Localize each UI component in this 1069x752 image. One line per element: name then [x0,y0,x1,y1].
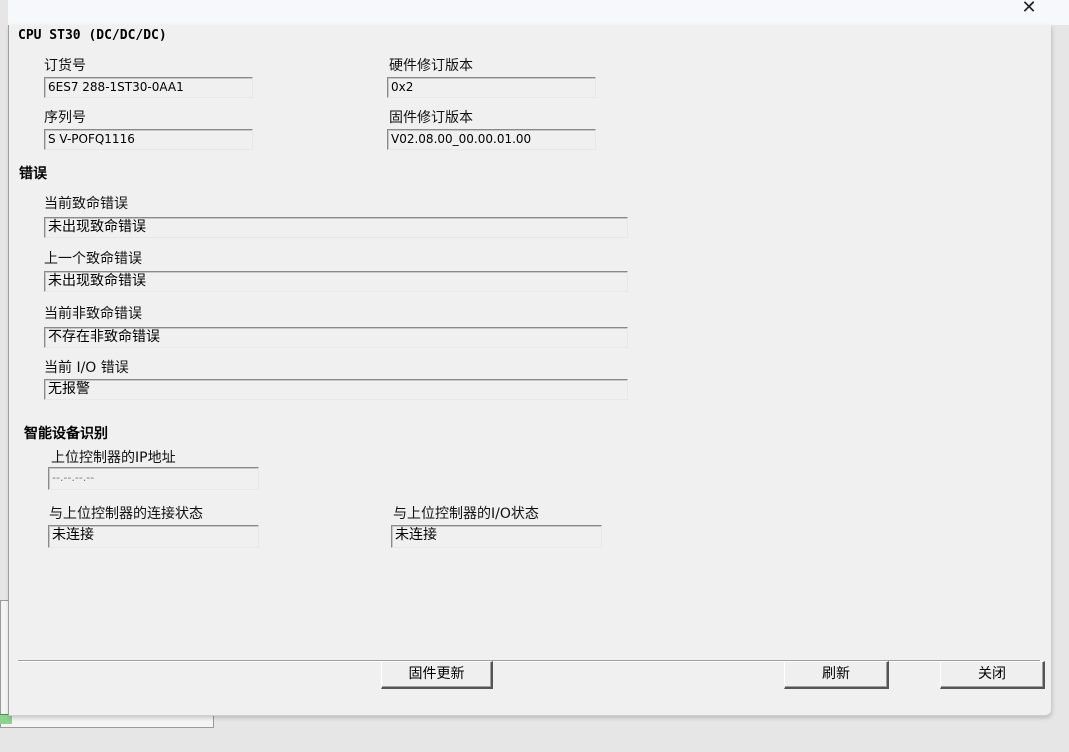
io-status-field[interactable]: 未连接 [391,525,602,548]
refresh-button[interactable]: 刷新 [784,661,889,689]
last-fatal-error-label: 上一个致命错误 [44,251,142,267]
firmware-revision-field[interactable]: V02.08.00_00.00.01.00 [387,129,596,150]
serial-number-label: 序列号 [44,110,86,126]
current-nonfatal-error-label: 当前非致命错误 [44,306,142,322]
close-button[interactable]: 关闭 [940,661,1045,689]
last-fatal-error-field[interactable]: 未出现致命错误 [44,271,628,292]
order-number-field[interactable]: 6ES7 288-1ST30-0AA1 [44,77,253,98]
io-status-label: 与上位控制器的I/O状态 [393,506,539,522]
order-number-label: 订货号 [44,58,86,74]
errors-section-title: 错误 [19,166,47,182]
close-icon[interactable]: ✕ [1019,0,1039,18]
device-title: CPU ST30 (DC/DC/DC) [18,28,167,43]
firmware-revision-label: 固件修订版本 [389,110,473,126]
current-nonfatal-error-field[interactable]: 不存在非致命错误 [44,327,628,348]
hardware-revision-label: 硬件修订版本 [389,58,473,74]
connection-status-label: 与上位控制器的连接状态 [49,506,203,522]
current-fatal-error-label: 当前致命错误 [44,196,128,212]
current-io-error-label: 当前 I/O 错误 [44,360,129,376]
controller-ip-label: 上位控制器的IP地址 [51,450,176,466]
serial-number-field[interactable]: S V-POFQ1116 [44,129,253,150]
dialog-titlebar [8,0,1069,25]
firmware-update-button[interactable]: 固件更新 [381,661,493,689]
hardware-revision-field[interactable]: 0x2 [387,77,596,98]
current-io-error-field[interactable]: 无报警 [44,379,628,400]
controller-ip-field[interactable]: --.--.--.-- [48,467,259,490]
smart-device-section-title: 智能设备识别 [24,426,108,442]
current-fatal-error-field[interactable]: 未出现致命错误 [44,217,628,238]
connection-status-field[interactable]: 未连接 [48,525,259,548]
